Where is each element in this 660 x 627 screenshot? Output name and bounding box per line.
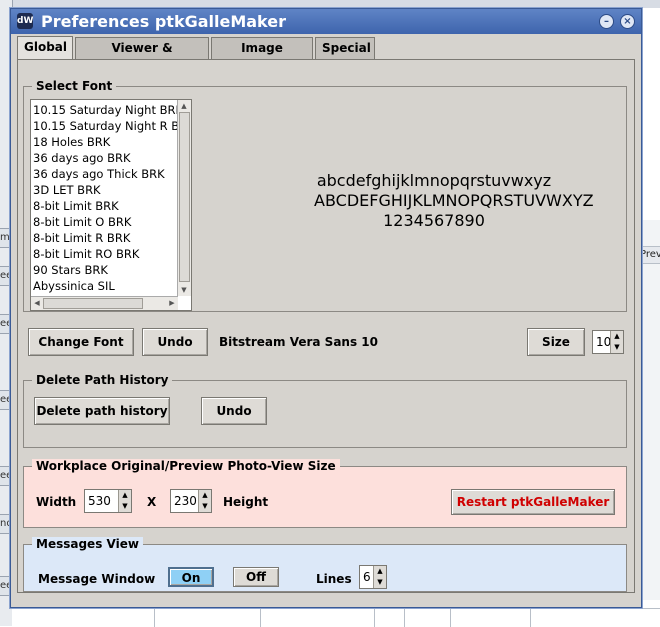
select-font-section: Select Font 10.15 Saturday Night BRK 10.… <box>23 79 627 322</box>
font-list[interactable]: 10.15 Saturday Night BRK 10.15 Saturday … <box>30 99 192 311</box>
preferences-window: dW Preferences ptkGalleMaker – × Global … <box>10 8 642 608</box>
background-right-panel <box>640 220 660 600</box>
font-list-horizontal-scrollbar[interactable]: ◀ ▶ <box>31 296 178 310</box>
message-window-label: Message Window <box>38 572 156 586</box>
close-icon[interactable]: × <box>620 14 635 29</box>
font-list-vertical-scrollbar[interactable]: ▲ ▼ <box>177 100 191 296</box>
font-list-item[interactable]: 8-bit Limit BRK <box>33 198 191 214</box>
font-list-item[interactable]: 36 days ago BRK <box>33 150 191 166</box>
height-value[interactable]: 230 <box>174 490 197 512</box>
lines-value[interactable]: 6 <box>363 566 371 588</box>
preview-uppercase: ABCDEFGHIJKLMNOPQRSTUVWXYZ <box>314 191 594 210</box>
messages-legend: Messages View <box>32 537 143 551</box>
lines-spinner[interactable]: 6 ▲ ▼ <box>359 565 387 589</box>
width-spinner[interactable]: 530 ▲ ▼ <box>84 489 132 513</box>
message-on-button[interactable]: On <box>168 567 214 587</box>
tab-global[interactable]: Global <box>17 36 73 60</box>
delete-path-history-button[interactable]: Delete path history <box>34 397 170 425</box>
undo-delete-path-button[interactable]: Undo <box>201 397 267 425</box>
tab-special[interactable]: Special <box>315 37 375 59</box>
global-tab-panel: Select Font 10.15 Saturday Night BRK 10.… <box>17 59 635 593</box>
background-bottom-bar <box>12 608 660 627</box>
lines-label: Lines <box>316 572 352 586</box>
spin-down-icon[interactable]: ▼ <box>610 342 623 353</box>
spin-down-icon[interactable]: ▼ <box>373 577 386 588</box>
spin-down-icon[interactable]: ▼ <box>198 501 211 512</box>
scroll-right-icon[interactable]: ▶ <box>166 297 178 309</box>
preview-lowercase: abcdefghijklmnopqrstuvwxyz <box>316 171 552 190</box>
height-spinner[interactable]: 230 ▲ ▼ <box>170 489 212 513</box>
font-list-item[interactable]: 10.15 Saturday Night R BRK <box>33 118 191 134</box>
workplace-legend: Workplace Original/Preview Photo-View Si… <box>32 459 340 473</box>
font-list-item[interactable]: 8-bit Limit RO BRK <box>33 246 191 262</box>
font-list-item[interactable]: 18 Holes BRK <box>33 134 191 150</box>
font-list-item[interactable]: 8-bit Limit O BRK <box>33 214 191 230</box>
tab-viewer-programs[interactable]: Viewer & Programs <box>75 37 209 76</box>
delete-path-section: Delete Path History Delete path history … <box>23 373 627 448</box>
preview-digits: 1234567890 <box>383 211 485 230</box>
width-label: Width <box>36 495 77 509</box>
font-size-value[interactable]: 10 <box>596 331 611 353</box>
background-preview-tab[interactable]: Prev <box>640 246 660 264</box>
font-list-item[interactable]: 10.15 Saturday Night BRK <box>33 102 191 118</box>
minimize-icon[interactable]: – <box>599 14 614 29</box>
spin-down-icon[interactable]: ▼ <box>118 501 131 512</box>
restart-button[interactable]: Restart ptkGalleMaker <box>451 489 615 515</box>
font-list-item[interactable]: Abyssinica SIL <box>33 278 191 294</box>
select-font-legend: Select Font <box>32 79 117 93</box>
width-value[interactable]: 530 <box>88 490 111 512</box>
select-font-frame: Select Font 10.15 Saturday Night BRK 10.… <box>23 79 627 312</box>
change-font-button[interactable]: Change Font <box>28 328 134 356</box>
font-preview: abcdefghijklmnopqrstuvwxyz ABCDEFGHIJKLM… <box>314 171 594 231</box>
title-bar[interactable]: dW Preferences ptkGalleMaker – × <box>11 9 641 34</box>
font-list-item[interactable]: 8-bit Limit R BRK <box>33 230 191 246</box>
messages-section: Messages View Message Window On Off Line… <box>23 537 627 592</box>
message-off-button[interactable]: Off <box>233 567 279 587</box>
scroll-left-icon[interactable]: ◀ <box>31 297 43 309</box>
x-label: X <box>147 495 157 509</box>
delete-path-legend: Delete Path History <box>32 373 173 387</box>
workplace-section: Workplace Original/Preview Photo-View Si… <box>23 459 627 528</box>
background-app <box>0 0 660 8</box>
font-size-spinner[interactable]: 10 ▲ ▼ <box>592 330 624 354</box>
vertical-scroll-thumb[interactable] <box>179 112 190 282</box>
current-font-label: Bitstream Vera Sans 10 <box>219 335 378 349</box>
font-list-item[interactable]: 3D LET BRK <box>33 182 191 198</box>
app-logo-icon: dW <box>17 13 33 29</box>
font-list-item[interactable]: 36 days ago Thick BRK <box>33 166 191 182</box>
undo-font-button[interactable]: Undo <box>142 328 208 356</box>
tab-image-quality[interactable]: Image Quality <box>211 37 313 76</box>
height-label: Height <box>223 495 269 509</box>
size-button[interactable]: Size <box>527 328 585 356</box>
font-list-item[interactable]: 90 Stars BRK <box>33 262 191 278</box>
scroll-down-icon[interactable]: ▼ <box>178 284 190 296</box>
scroll-up-icon[interactable]: ▲ <box>178 100 190 112</box>
window-title: Preferences ptkGalleMaker <box>41 12 287 31</box>
horizontal-scroll-thumb[interactable] <box>43 298 143 309</box>
